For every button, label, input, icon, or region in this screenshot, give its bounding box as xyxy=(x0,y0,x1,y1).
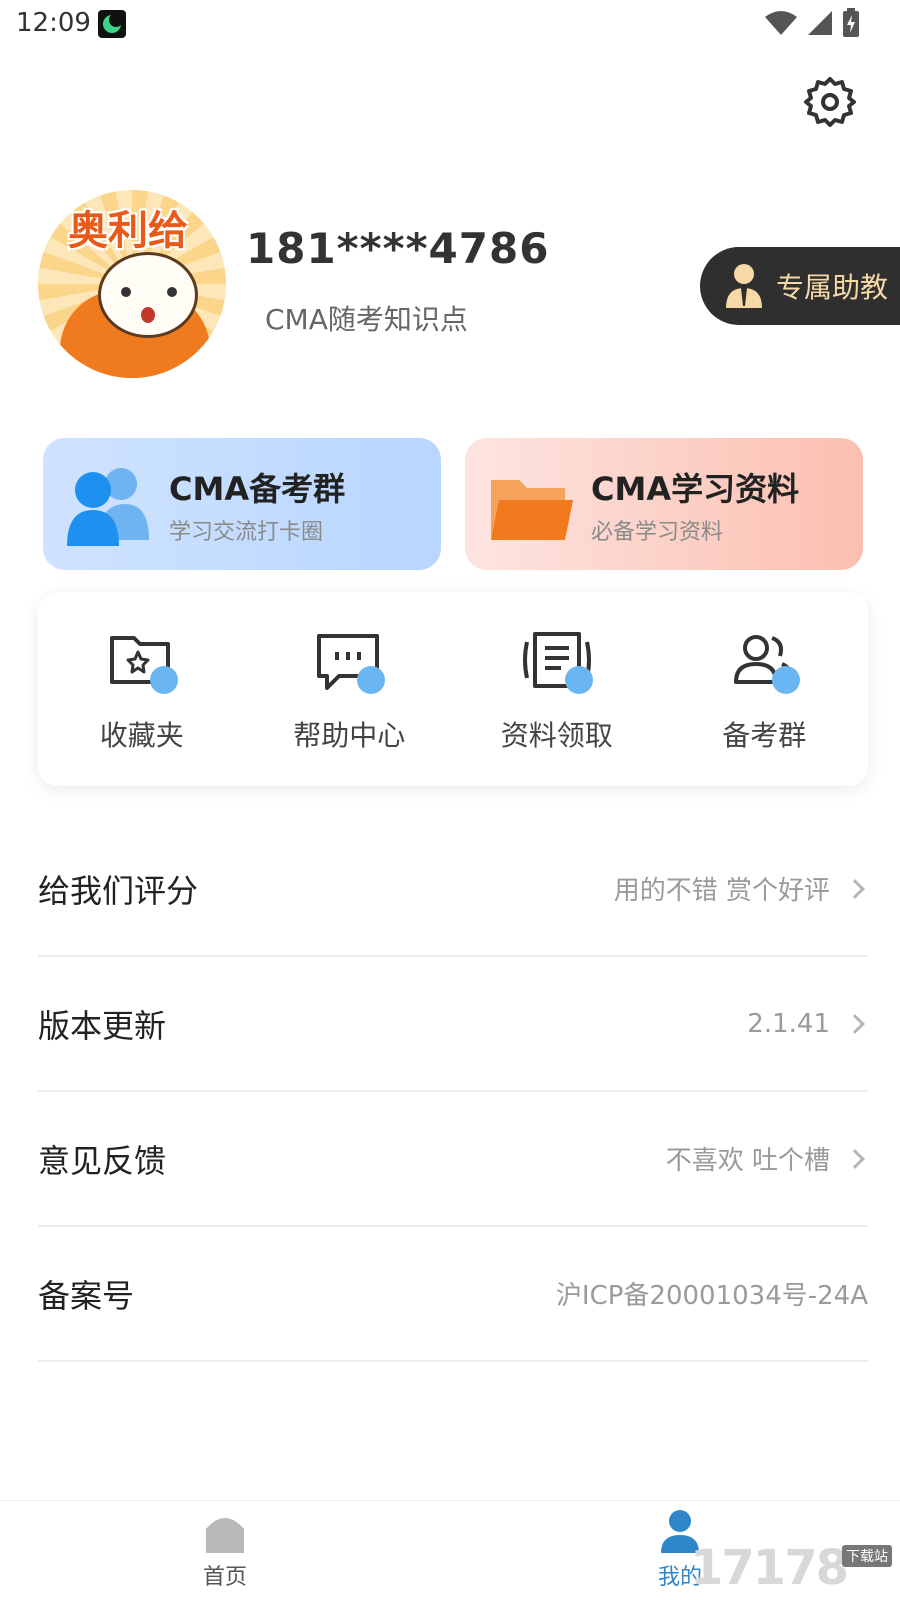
chevron-right-icon xyxy=(845,878,865,899)
gear-icon xyxy=(804,77,856,127)
menu-row-rate-us[interactable]: 给我们评分 用的不错 赏个好评 xyxy=(38,822,868,957)
menu-row-icp-record: 备案号 沪ICP备20001034号-24A xyxy=(38,1227,868,1362)
help-chat-icon xyxy=(309,620,389,700)
study-material-title: CMA学习资料 xyxy=(591,470,800,508)
study-group-card[interactable]: CMA备考群 学习交流打卡圈 xyxy=(43,438,441,570)
watermark-tag: 下载站 xyxy=(842,1545,892,1567)
menu-value: 沪ICP备20001034号-24A xyxy=(555,1281,868,1311)
assistant-person-icon xyxy=(726,264,762,308)
quick-action-label: 帮助中心 xyxy=(293,719,406,752)
moon-app-icon xyxy=(98,10,126,38)
assistant-label: 专属助教 xyxy=(776,271,889,304)
quick-action-help-center[interactable]: 帮助中心 xyxy=(246,592,454,786)
quick-action-label: 收藏夹 xyxy=(99,719,184,752)
menu-label: 给我们评分 xyxy=(38,871,199,910)
menu-value: 用的不错 赏个好评 xyxy=(613,876,830,906)
menu-value: 不喜欢 吐个槽 xyxy=(665,1146,830,1176)
nav-label: 首页 xyxy=(202,1565,247,1590)
user-phone: 181****4786 xyxy=(246,224,550,273)
menu-row-version-update[interactable]: 版本更新 2.1.41 xyxy=(38,957,868,1092)
exclusive-assistant-button[interactable]: 专属助教 xyxy=(700,247,900,325)
quick-actions-panel: 收藏夹 帮助中心 资料领取 备考群 xyxy=(38,592,868,786)
study-group-subtitle: 学习交流打卡圈 xyxy=(169,520,324,545)
battery-icon xyxy=(843,8,859,37)
study-material-subtitle: 必备学习资料 xyxy=(591,520,724,545)
menu-row-feedback[interactable]: 意见反馈 不喜欢 吐个槽 xyxy=(38,1092,868,1227)
signal-icon xyxy=(808,11,832,35)
quick-action-favorites[interactable]: 收藏夹 xyxy=(38,592,246,786)
quick-action-study-group[interactable]: 备考群 xyxy=(661,592,869,786)
study-material-card[interactable]: CMA学习资料 必备学习资料 xyxy=(465,438,863,570)
home-icon xyxy=(206,1518,244,1553)
settings-button[interactable] xyxy=(800,72,860,132)
study-group-title: CMA备考群 xyxy=(169,470,346,508)
status-icons xyxy=(764,8,860,38)
settings-menu-list: 给我们评分 用的不错 赏个好评 版本更新 2.1.41 意见反馈 不喜欢 吐个槽… xyxy=(38,822,868,1362)
folder-icon xyxy=(491,480,573,540)
chevron-right-icon xyxy=(845,1148,865,1169)
nav-tab-home[interactable]: 首页 xyxy=(185,1509,265,1599)
status-time: 12:09 xyxy=(16,8,91,38)
status-bar: 12:09 xyxy=(0,0,900,48)
user-subject[interactable]: CMA随考知识点 xyxy=(265,298,468,338)
quick-action-materials[interactable]: 资料领取 xyxy=(453,592,661,786)
watermark-logo: 17178 xyxy=(690,1540,849,1596)
avatar[interactable]: 奥利给 xyxy=(38,190,226,378)
menu-label: 意见反馈 xyxy=(38,1141,167,1180)
wifi-icon xyxy=(765,11,797,35)
quick-action-label: 备考群 xyxy=(722,719,807,752)
favorites-folder-icon xyxy=(102,620,182,700)
menu-value: 2.1.41 xyxy=(747,1008,830,1039)
document-icon xyxy=(517,620,597,700)
avatar-text: 奥利给 xyxy=(68,208,188,254)
menu-label: 备案号 xyxy=(38,1276,135,1315)
group-icon xyxy=(724,620,804,700)
avatar-mascot-face xyxy=(98,252,198,338)
accent-dot xyxy=(149,666,178,694)
menu-label: 版本更新 xyxy=(38,1006,167,1045)
quick-action-label: 资料领取 xyxy=(500,719,613,752)
accent-dot xyxy=(564,666,593,694)
study-group-icon xyxy=(67,468,149,546)
chevron-right-icon xyxy=(845,1013,865,1034)
